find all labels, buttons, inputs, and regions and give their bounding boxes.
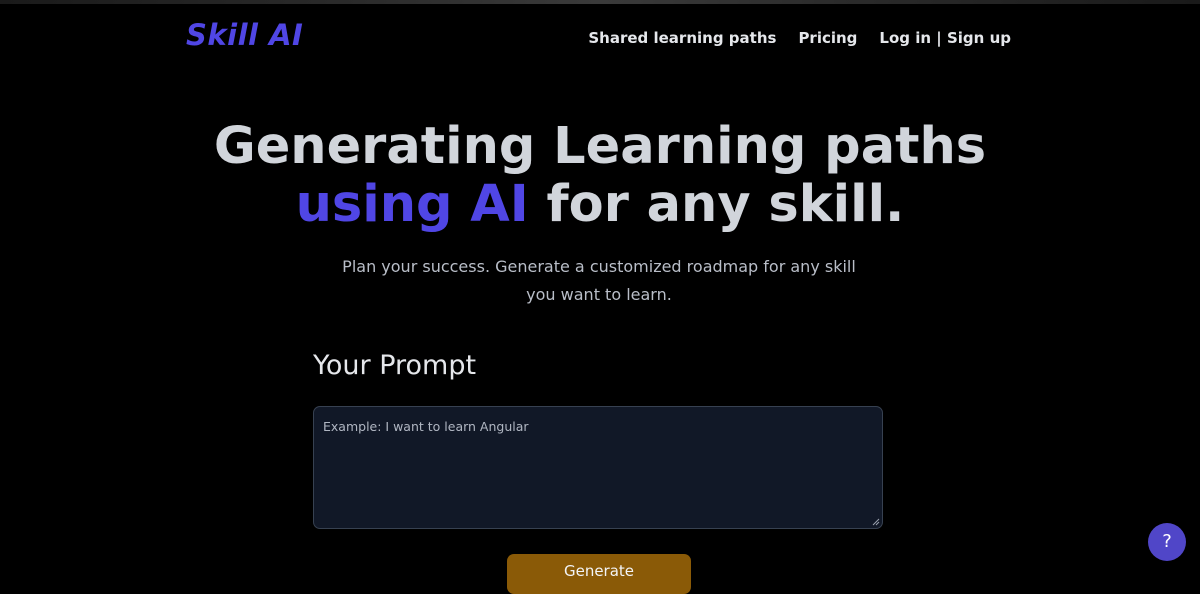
hero-title-accent: using AI [295,175,529,234]
nav-links: Shared learning paths Pricing Log in | S… [588,29,1011,47]
nav-pricing[interactable]: Pricing [798,29,857,47]
prompt-input[interactable] [314,407,882,528]
hero-title: Generating Learning paths using AI for a… [0,118,1200,234]
nav-login-signup[interactable]: Log in | Sign up [879,29,1011,47]
brand-logo[interactable]: Skill AI [186,18,303,52]
hero-subtitle: Plan your success. Generate a customized… [342,257,856,304]
generate-button[interactable]: Generate [507,554,691,594]
hero-title-line1: Generating Learning paths [213,117,987,176]
prompt-label: Your Prompt [313,350,477,381]
resize-handle-icon[interactable] [872,518,880,526]
hero-title-rest: for any skill. [528,175,905,234]
help-button[interactable]: ? [1148,523,1186,561]
navbar: Skill AI Shared learning paths Pricing L… [0,0,1200,76]
nav-shared-learning-paths[interactable]: Shared learning paths [588,29,776,47]
prompt-box [313,406,883,529]
